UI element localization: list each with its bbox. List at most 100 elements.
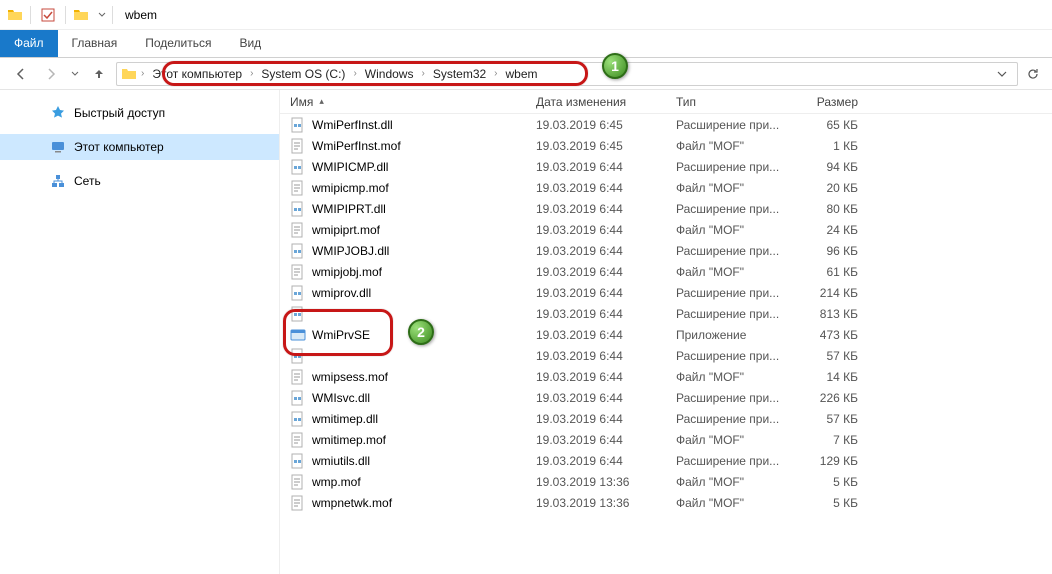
qat-checkbox-icon[interactable] xyxy=(37,4,59,26)
ribbon: Файл Главная Поделиться Вид xyxy=(0,30,1052,58)
breadcrumb[interactable]: wbem xyxy=(500,67,544,81)
column-header-label: Имя xyxy=(290,95,313,109)
file-row[interactable]: WMIsvc.dll19.03.2019 6:44Расширение при.… xyxy=(280,387,1052,408)
body: Быстрый доступ Этот компьютер Сеть Имя ▴ xyxy=(0,90,1052,574)
file-size: 7 КБ xyxy=(796,433,866,447)
file-row[interactable]: wmiutils.dll19.03.2019 6:44Расширение пр… xyxy=(280,450,1052,471)
file-name: WmiPerfInst.mof xyxy=(312,139,401,153)
network-icon xyxy=(50,173,66,189)
computer-icon xyxy=(50,139,66,155)
file-type: Расширение при... xyxy=(676,286,796,300)
file-date: 19.03.2019 6:45 xyxy=(536,118,676,132)
file-icon xyxy=(290,474,306,490)
file-row[interactable]: WMIPICMP.dll19.03.2019 6:44Расширение пр… xyxy=(280,156,1052,177)
nav-back-button[interactable] xyxy=(8,61,34,87)
sidebar-item-network[interactable]: Сеть xyxy=(0,168,279,194)
ribbon-tab-share[interactable]: Поделиться xyxy=(131,30,225,57)
file-icon xyxy=(290,348,306,364)
file-icon xyxy=(290,243,306,259)
file-rows: WmiPerfInst.dll19.03.2019 6:45Расширение… xyxy=(280,114,1052,513)
file-row[interactable]: WmiPerfInst.mof19.03.2019 6:45Файл "MOF"… xyxy=(280,135,1052,156)
file-type: Файл "MOF" xyxy=(676,223,796,237)
folder-icon xyxy=(6,6,24,24)
refresh-button[interactable] xyxy=(1022,67,1044,81)
file-icon xyxy=(290,390,306,406)
explorer-window: wbem Файл Главная Поделиться Вид › Этот … xyxy=(0,0,1052,574)
file-name: WMIsvc.dll xyxy=(312,391,370,405)
file-type: Расширение при... xyxy=(676,118,796,132)
file-type: Расширение при... xyxy=(676,412,796,426)
breadcrumb[interactable]: Windows xyxy=(359,67,420,81)
file-name: wmitimep.mof xyxy=(312,433,386,447)
sidebar-item-this-pc[interactable]: Этот компьютер xyxy=(0,134,279,160)
file-name: wmiutils.dll xyxy=(312,454,370,468)
file-icon xyxy=(290,453,306,469)
column-header-date[interactable]: Дата изменения xyxy=(536,95,676,109)
column-headers: Имя ▴ Дата изменения Тип Размер xyxy=(280,90,1052,114)
file-icon xyxy=(290,264,306,280)
ribbon-tab-file[interactable]: Файл xyxy=(0,30,58,57)
chevron-right-icon[interactable]: › xyxy=(494,68,497,79)
file-size: 24 КБ xyxy=(796,223,866,237)
titlebar: wbem xyxy=(0,0,1052,30)
file-date: 19.03.2019 6:44 xyxy=(536,244,676,258)
file-name: wmp.mof xyxy=(312,475,361,489)
ribbon-tab-home[interactable]: Главная xyxy=(58,30,132,57)
file-row[interactable]: wmipsess.mof19.03.2019 6:44Файл "MOF"14 … xyxy=(280,366,1052,387)
file-icon xyxy=(290,495,306,511)
ribbon-tab-view[interactable]: Вид xyxy=(225,30,275,57)
window-title: wbem xyxy=(125,8,157,22)
file-row[interactable]: wmipjobj.mof19.03.2019 6:44Файл "MOF"61 … xyxy=(280,261,1052,282)
file-name: wmiprov.dll xyxy=(312,286,371,300)
file-name: WMIPIPRT.dll xyxy=(312,202,386,216)
file-size: 65 КБ xyxy=(796,118,866,132)
file-row[interactable]: 19.03.2019 6:44Расширение при...57 КБ xyxy=(280,345,1052,366)
address-bar[interactable]: › Этот компьютер › System OS (C:) › Wind… xyxy=(116,62,1018,86)
file-row[interactable]: wmitimep.mof19.03.2019 6:44Файл "MOF"7 К… xyxy=(280,429,1052,450)
file-row[interactable]: wmp.mof19.03.2019 13:36Файл "MOF"5 КБ xyxy=(280,471,1052,492)
file-type: Расширение при... xyxy=(676,244,796,258)
file-name: WMIPICMP.dll xyxy=(312,160,388,174)
file-row[interactable]: WMIPIPRT.dll19.03.2019 6:44Расширение пр… xyxy=(280,198,1052,219)
breadcrumb[interactable]: System32 xyxy=(427,67,492,81)
file-row[interactable]: WmiPrvSE19.03.2019 6:44Приложение473 КБ xyxy=(280,324,1052,345)
nav-forward-button[interactable] xyxy=(38,61,64,87)
file-row[interactable]: wmpnetwk.mof19.03.2019 13:36Файл "MOF"5 … xyxy=(280,492,1052,513)
column-header-name[interactable]: Имя ▴ xyxy=(280,95,536,109)
file-icon xyxy=(290,411,306,427)
file-row[interactable]: WmiPerfInst.dll19.03.2019 6:45Расширение… xyxy=(280,114,1052,135)
nav-history-dropdown[interactable] xyxy=(68,61,82,87)
file-row[interactable]: 19.03.2019 6:44Расширение при...813 КБ xyxy=(280,303,1052,324)
file-date: 19.03.2019 13:36 xyxy=(536,496,676,510)
file-size: 214 КБ xyxy=(796,286,866,300)
annotation-badge-2: 2 xyxy=(408,319,434,345)
file-row[interactable]: WMIPJOBJ.dll19.03.2019 6:44Расширение пр… xyxy=(280,240,1052,261)
qat-dropdown-icon[interactable] xyxy=(98,11,106,19)
chevron-right-icon[interactable]: › xyxy=(353,68,356,79)
chevron-right-icon[interactable]: › xyxy=(141,68,144,79)
file-row[interactable]: wmiprov.dll19.03.2019 6:44Расширение при… xyxy=(280,282,1052,303)
file-type: Файл "MOF" xyxy=(676,139,796,153)
file-icon xyxy=(290,327,306,343)
sidebar-item-quick-access[interactable]: Быстрый доступ xyxy=(0,100,279,126)
column-header-size[interactable]: Размер xyxy=(796,95,866,109)
address-dropdown-icon[interactable] xyxy=(991,69,1013,79)
file-size: 5 КБ xyxy=(796,475,866,489)
nav-up-button[interactable] xyxy=(86,61,112,87)
file-row[interactable]: wmipiprt.mof 19.03.2019 6:44Файл "MOF"24 … xyxy=(280,219,1052,240)
file-row[interactable]: wmitimep.dll19.03.2019 6:44Расширение пр… xyxy=(280,408,1052,429)
breadcrumb[interactable]: Этот компьютер xyxy=(146,67,248,81)
file-icon xyxy=(290,369,306,385)
file-size: 14 КБ xyxy=(796,370,866,384)
file-size: 473 КБ xyxy=(796,328,866,342)
file-name: wmipiprt.mof xyxy=(312,223,380,237)
sidebar-item-label: Быстрый доступ xyxy=(74,106,165,120)
chevron-right-icon[interactable]: › xyxy=(250,68,253,79)
file-type: Файл "MOF" xyxy=(676,475,796,489)
breadcrumb[interactable]: System OS (C:) xyxy=(255,67,351,81)
file-icon xyxy=(290,138,306,154)
chevron-right-icon[interactable]: › xyxy=(421,68,424,79)
file-date: 19.03.2019 6:44 xyxy=(536,223,676,237)
file-row[interactable]: wmipicmp.mof19.03.2019 6:44Файл "MOF"20 … xyxy=(280,177,1052,198)
column-header-type[interactable]: Тип xyxy=(676,95,796,109)
